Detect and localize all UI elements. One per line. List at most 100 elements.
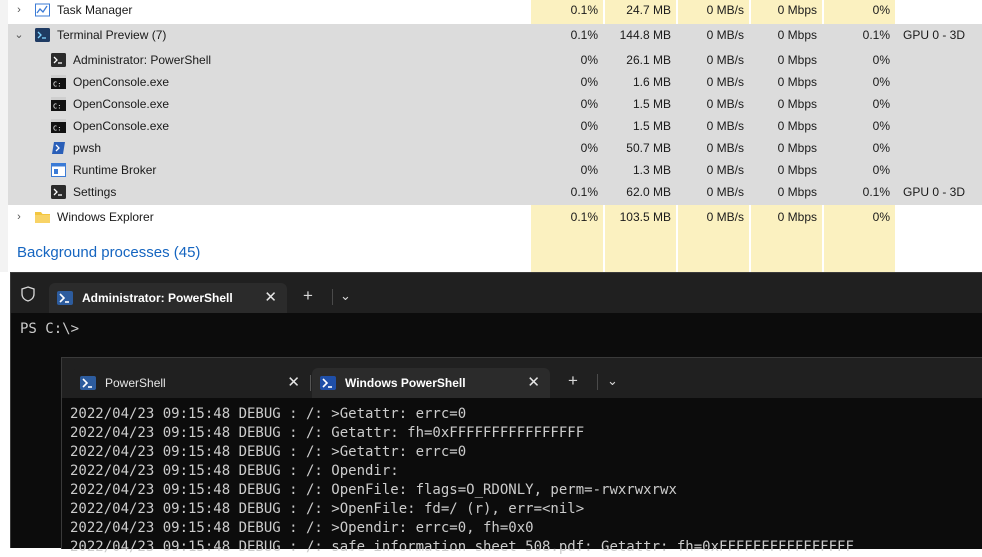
close-icon[interactable]: ✕ [264,283,277,313]
process-name: OpenConsole.exe [73,75,170,89]
process-row[interactable]: ⌄ Terminal Preview (7) 0.1% 144.8 MB 0 MB/s 0… [8,24,982,46]
log-line: 2022/04/23 09:15:48 DEBUG : /: >Getattr:… [70,406,467,422]
chevron-right-icon[interactable]: › [14,206,24,228]
tab-title: Windows PowerShell [345,376,466,390]
mem-value: 103.5 MB [619,210,671,224]
gpu-value: 0% [872,141,890,155]
terminal-tab-bar: Administrator: PowerShell ✕ + ⌄ [11,273,982,313]
process-name: OpenConsole.exe [73,97,170,111]
net-value: 0 Mbps [777,53,817,67]
process-row[interactable]: Administrator: PowerShell 0% 26.1 MB 0 MB/s… [8,49,982,71]
window-edge [0,0,8,272]
process-row[interactable]: pwsh 0% 50.7 MB 0 MB/s 0 Mbps 0% [8,137,982,159]
tab-windows-powershell[interactable]: Windows PowerShell ✕ [312,368,550,398]
process-name: Terminal Preview (7) [57,28,167,42]
gpu-engine-value: GPU 0 - 3D [903,185,966,199]
cpu-value: 0% [580,53,598,67]
new-tab-button[interactable]: + [303,285,313,307]
svg-text:C:: C: [53,103,61,111]
mem-value: 1.5 MB [632,97,671,111]
background-processes-header[interactable]: Background processes (45) [17,244,200,261]
close-icon[interactable]: ✕ [527,368,540,398]
disk-value: 0 MB/s [706,163,744,177]
mem-value: 24.7 MB [626,3,671,17]
net-value: 0 Mbps [777,141,817,155]
windows-powershell-icon [320,376,336,390]
process-name: Task Manager [57,3,133,17]
tab-administrator-powershell[interactable]: Administrator: PowerShell ✕ [49,283,287,313]
cpu-value: 0% [580,75,598,89]
cpu-value: 0.1% [570,3,598,17]
process-name: Administrator: PowerShell [73,53,212,67]
gpu-value: 0.1% [862,185,890,199]
mem-value: 26.1 MB [626,53,671,67]
gpu-value: 0% [872,210,890,224]
tab-title: Administrator: PowerShell [82,291,233,305]
svg-text:C:: C: [53,125,61,133]
divider [597,374,598,390]
process-row[interactable]: C: OpenConsole.exe 0% 1.5 MB 0 MB/s 0 Mbps 0% [8,93,982,115]
net-value: 0 Mbps [777,163,817,177]
gpu-value: 0% [872,97,890,111]
mem-value: 144.8 MB [619,28,671,42]
task-manager-window: › Task Manager 0.1% 24.7 MB 0 MB/s 0 Mbps 0% ⌄ T… [0,0,982,272]
gpu-value: 0% [872,119,890,133]
divider [332,289,333,305]
log-line: 2022/04/23 09:15:48 DEBUG : /: >OpenFile… [70,501,585,517]
terminal-output[interactable]: 2022/04/23 09:15:48 DEBUG : /: >Getattr:… [70,405,980,557]
cpu-value: 0% [580,119,598,133]
process-row[interactable]: Runtime Broker 0% 1.3 MB 0 MB/s 0 Mbps 0% [8,159,982,181]
mem-value: 50.7 MB [626,141,671,155]
svg-text:C:: C: [53,81,61,89]
net-value: 0 Mbps [777,75,817,89]
shell-prompt[interactable]: PS C:\> [20,321,79,337]
net-value: 0 Mbps [777,3,817,17]
log-line: 2022/04/23 09:15:48 DEBUG : /: OpenFile:… [70,482,677,498]
mem-value: 1.6 MB [632,75,671,89]
gpu-value: 0% [872,3,890,17]
process-row[interactable]: › Task Manager 0.1% 24.7 MB 0 MB/s 0 Mbps 0% [8,0,982,21]
process-row[interactable]: C: OpenConsole.exe 0% 1.6 MB 0 MB/s 0 Mbps 0% [8,71,982,93]
gpu-value: 0% [872,75,890,89]
disk-value: 0 MB/s [706,97,744,111]
disk-value: 0 MB/s [706,75,744,89]
gpu-value: 0.1% [862,28,890,42]
chevron-down-icon[interactable]: ⌄ [340,285,351,307]
disk-value: 0 MB/s [706,119,744,133]
disk-value: 0 MB/s [706,141,744,155]
close-icon[interactable]: ✕ [287,368,300,398]
chevron-down-icon[interactable]: ⌄ [14,24,24,46]
net-value: 0 Mbps [777,210,817,224]
log-line: 2022/04/23 09:15:48 DEBUG : /: Opendir: [70,463,399,479]
console-icon: C: [51,97,66,111]
process-name: Windows Explorer [57,210,154,224]
process-row[interactable]: C: OpenConsole.exe 0% 1.5 MB 0 MB/s 0 Mbps 0% [8,115,982,137]
cpu-value: 0.1% [570,185,598,199]
inner-terminal-window: PowerShell ✕ Windows PowerShell ✕ + ⌄ 20… [61,357,982,555]
cpu-value: 0% [580,97,598,111]
new-tab-button[interactable]: + [568,370,578,392]
chevron-down-icon[interactable]: ⌄ [607,370,618,392]
gpu-value: 0% [872,163,890,177]
chevron-right-icon[interactable]: › [14,0,24,21]
process-row[interactable]: Settings 0.1% 62.0 MB 0 MB/s 0 Mbps 0.1% GPU 0… [8,181,982,203]
powershell-icon [51,53,66,67]
cpu-value: 0.1% [570,210,598,224]
disk-value: 0 MB/s [706,210,744,224]
process-row[interactable]: › Windows Explorer 0.1% 103.5 MB 0 MB/s 0 Mbp… [8,206,982,228]
gpu-engine-value: GPU 0 - 3D [903,28,966,42]
powershell-icon [80,376,96,390]
runtime-broker-icon [51,163,66,177]
disk-value: 0 MB/s [706,28,744,42]
mem-value: 1.5 MB [632,119,671,133]
inner-tab-bar: PowerShell ✕ Windows PowerShell ✕ + ⌄ [62,358,982,398]
tab-powershell[interactable]: PowerShell ✕ [72,368,311,398]
net-value: 0 Mbps [777,97,817,111]
gpu-value: 0% [872,53,890,67]
log-line: 2022/04/23 09:15:48 DEBUG : /: >Opendir:… [70,520,534,536]
cpu-value: 0% [580,163,598,177]
cpu-value: 0.1% [570,28,598,42]
console-icon: C: [51,75,66,89]
log-line: 2022/04/23 09:15:48 DEBUG : /: safe info… [70,539,854,555]
net-value: 0 Mbps [777,28,817,42]
